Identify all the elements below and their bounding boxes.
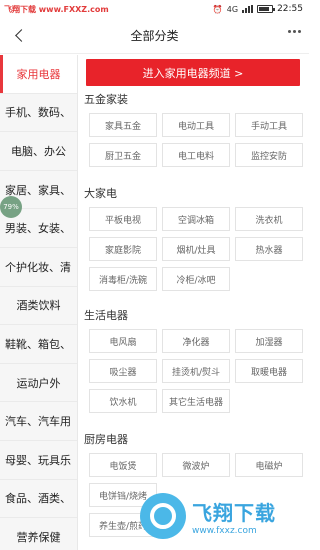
subcategory-item[interactable]: 冷柜/冰吧: [162, 267, 230, 291]
section-title: 五金家装: [84, 93, 128, 106]
subcategory-item[interactable]: 厨卫五金: [89, 143, 157, 167]
status-icons: ⏰ 4G 22:55: [213, 4, 303, 14]
subcategory-item[interactable]: 吸尘器: [89, 359, 157, 383]
title-bar: 全部分类: [0, 18, 309, 54]
alarm-icon: ⏰: [212, 4, 223, 14]
category-section: 五金家装家具五金 电动工具 手动工具厨卫五金 电工电料 监控安防: [84, 91, 309, 167]
status-bar: 飞翔下载 www.FXXZ.com ⏰ 4G 22:55: [0, 0, 309, 18]
subcategory-item[interactable]: 烟机/灶具: [162, 237, 230, 261]
sidebar-item[interactable]: 手机、数码、: [0, 94, 77, 133]
sidebar-item[interactable]: 个护化妆、清: [0, 248, 77, 287]
subcategory-item[interactable]: 平板电视: [89, 207, 157, 231]
logo-url: www.fxxz.com: [192, 525, 257, 536]
subcategory-item[interactable]: 电动工具: [162, 113, 230, 137]
sidebar-item[interactable]: 鞋靴、箱包、: [0, 325, 77, 364]
watermark-logo: 飞翔下载 www.fxxz.com: [140, 486, 300, 546]
subcategory-item[interactable]: 加湿器: [235, 329, 303, 353]
subcategory-item[interactable]: 家具五金: [89, 113, 157, 137]
section-title: 大家电: [84, 187, 117, 200]
subcategory-item[interactable]: 消毒柜/洗碗: [89, 267, 157, 291]
sidebar-item[interactable]: 营养保健: [0, 518, 77, 550]
sidebar-item[interactable]: 家用电器: [0, 55, 77, 94]
signal-icon: [242, 5, 254, 13]
back-arrow-icon[interactable]: [12, 28, 28, 44]
sidebar-item[interactable]: 运动户外: [0, 364, 77, 403]
subcategory-item[interactable]: 饮水机: [89, 389, 157, 413]
battery-icon: [257, 5, 276, 13]
subcategory-item[interactable]: 微波炉: [162, 453, 230, 477]
category-sidebar: 家用电器 手机、数码、 电脑、办公 家居、家具、 男装、女装、 个护化妆、清 酒类饮料 鞋靴、…: [0, 55, 78, 550]
subcategory-item[interactable]: 家庭影院: [89, 237, 157, 261]
sidebar-item[interactable]: 电脑、办公: [0, 132, 77, 171]
subcategory-item[interactable]: 挂烫机/熨斗: [162, 359, 230, 383]
clock: 22:55: [277, 4, 303, 14]
subcategory-item[interactable]: 洗衣机: [235, 207, 303, 231]
channel-banner-button[interactable]: 进入家用电器频道 >: [86, 59, 300, 86]
network-type: 4G: [226, 4, 239, 14]
subcategory-item[interactable]: 空调冰箱: [162, 207, 230, 231]
sidebar-item[interactable]: 汽车、汽车用: [0, 402, 77, 441]
category-section: 生活电器电风扇 净化器 加湿器吸尘器 挂烫机/熨斗 取暖电器饮水机 其它生活电器: [84, 307, 309, 413]
subcategory-grid: 家具五金 电动工具 手动工具厨卫五金 电工电料 监控安防: [84, 113, 309, 167]
subcategory-item[interactable]: 电风扇: [89, 329, 157, 353]
section-title: 厨房电器: [84, 433, 128, 446]
subcategory-item[interactable]: 手动工具: [235, 113, 303, 137]
sidebar-item[interactable]: 食品、酒类、: [0, 480, 77, 519]
sidebar-item[interactable]: 母婴、玩具乐: [0, 441, 77, 480]
more-options-icon[interactable]: [288, 30, 301, 33]
section-title: 生活电器: [84, 309, 128, 322]
sidebar-item[interactable]: 酒类饮料: [0, 287, 77, 326]
subcategory-item[interactable]: 其它生活电器: [162, 389, 230, 413]
subcategory-item[interactable]: 电饭煲: [89, 453, 157, 477]
subcategory-grid: 平板电视 空调冰箱 洗衣机家庭影院 烟机/灶具 热水器消毒柜/洗碗 冷柜/冰吧: [84, 207, 309, 291]
subcategory-item[interactable]: 净化器: [162, 329, 230, 353]
subcategory-item[interactable]: 监控安防: [235, 143, 303, 167]
subcategory-item[interactable]: 电磁炉: [235, 453, 303, 477]
subcategory-grid: 电风扇 净化器 加湿器吸尘器 挂烫机/熨斗 取暖电器饮水机 其它生活电器: [84, 329, 309, 413]
progress-bubble[interactable]: 79%: [0, 196, 22, 218]
watermark-text: 飞翔下载 www.FXXZ.com: [4, 4, 109, 14]
page-title: 全部分类: [130, 29, 179, 43]
subcategory-item[interactable]: 电工电料: [162, 143, 230, 167]
category-section: 大家电平板电视 空调冰箱 洗衣机家庭影院 烟机/灶具 热水器消毒柜/洗碗 冷柜/冰吧: [84, 185, 309, 291]
subcategory-item[interactable]: 取暖电器: [235, 359, 303, 383]
logo-text: 飞翔下载: [192, 500, 276, 525]
logo-icon: [140, 493, 186, 539]
category-content: 进入家用电器频道 > 五金家装家具五金 电动工具 手动工具厨卫五金 电工电料 监控安防大…: [80, 55, 309, 550]
subcategory-item[interactable]: 热水器: [235, 237, 303, 261]
